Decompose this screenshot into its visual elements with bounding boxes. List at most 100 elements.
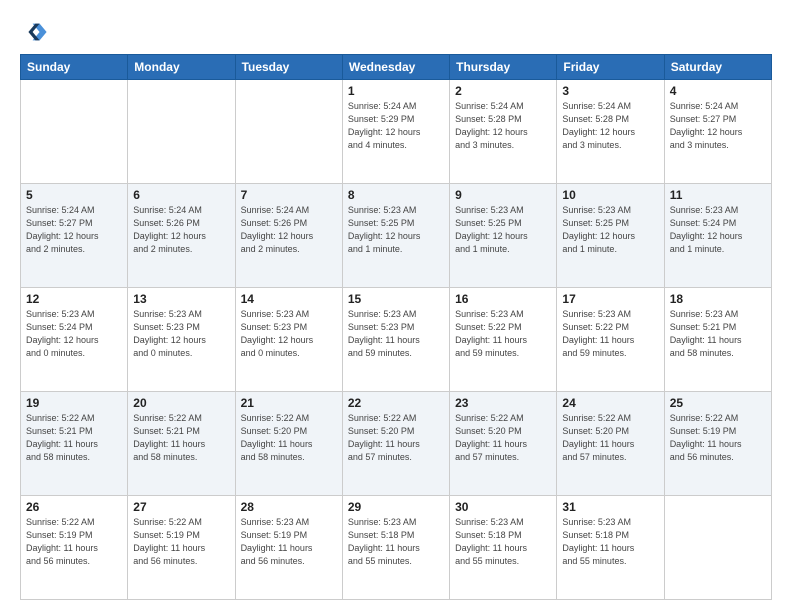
day-number: 30 [455,500,551,514]
day-number: 26 [26,500,122,514]
calendar-cell: 1Sunrise: 5:24 AM Sunset: 5:29 PM Daylig… [342,80,449,184]
calendar-cell: 7 Sunrise: 5:24 AM Sunset: 5:26 PM Daylig… [235,184,342,288]
calendar-cell: 23 Sunrise: 5:22 AM Sunset: 5:20 PM Dayli… [450,392,557,496]
calendar-cell: 19 Sunrise: 5:22 AM Sunset: 5:21 PM Dayli… [21,392,128,496]
calendar-cell [21,80,128,184]
day-number: 27 [133,500,229,514]
day-info: Sunrise: 5:22 AM Sunset: 5:21 PM Dayligh… [133,412,229,464]
day-number: 6 [133,188,229,202]
calendar-cell [235,80,342,184]
day-info: Sunrise: 5:24 AM Sunset: 5:27 PM Dayligh… [670,100,766,152]
day-info: Sunrise: 5:22 AM Sunset: 5:20 PM Dayligh… [241,412,337,464]
calendar-cell: 21 Sunrise: 5:22 AM Sunset: 5:20 PM Dayli… [235,392,342,496]
logo [20,18,52,46]
day-info: Sunrise: 5:24 AM Sunset: 5:26 PM Dayligh… [133,204,229,256]
day-info: Sunrise: 5:23 AM Sunset: 5:23 PM Dayligh… [133,308,229,360]
day-number: 4 [670,84,766,98]
day-header-saturday: Saturday [664,55,771,80]
calendar-cell: 8 Sunrise: 5:23 AM Sunset: 5:25 PM Daylig… [342,184,449,288]
day-info: Sunrise: 5:22 AM Sunset: 5:21 PM Dayligh… [26,412,122,464]
page: SundayMondayTuesdayWednesdayThursdayFrid… [0,0,792,612]
calendar-table: SundayMondayTuesdayWednesdayThursdayFrid… [20,54,772,600]
day-header-sunday: Sunday [21,55,128,80]
day-number: 7 [241,188,337,202]
day-number: 21 [241,396,337,410]
calendar-cell: 3 Sunrise: 5:24 AM Sunset: 5:28 PM Daylig… [557,80,664,184]
day-info: Sunrise: 5:23 AM Sunset: 5:22 PM Dayligh… [562,308,658,360]
day-number: 12 [26,292,122,306]
day-info: Sunrise: 5:23 AM Sunset: 5:25 PM Dayligh… [348,204,444,256]
day-number: 25 [670,396,766,410]
day-info: Sunrise: 5:23 AM Sunset: 5:18 PM Dayligh… [348,516,444,568]
day-number: 5 [26,188,122,202]
calendar-cell: 9 Sunrise: 5:23 AM Sunset: 5:25 PM Daylig… [450,184,557,288]
day-number: 19 [26,396,122,410]
calendar-week-row: 5 Sunrise: 5:24 AM Sunset: 5:27 PM Daylig… [21,184,772,288]
day-info: Sunrise: 5:23 AM Sunset: 5:25 PM Dayligh… [455,204,551,256]
calendar-cell: 17 Sunrise: 5:23 AM Sunset: 5:22 PM Dayli… [557,288,664,392]
day-number: 16 [455,292,551,306]
day-number: 29 [348,500,444,514]
day-info: Sunrise: 5:23 AM Sunset: 5:18 PM Dayligh… [562,516,658,568]
calendar-cell: 28Sunrise: 5:23 AM Sunset: 5:19 PM Dayli… [235,496,342,600]
calendar-cell: 16Sunrise: 5:23 AM Sunset: 5:22 PM Dayli… [450,288,557,392]
calendar-cell: 6 Sunrise: 5:24 AM Sunset: 5:26 PM Daylig… [128,184,235,288]
day-number: 31 [562,500,658,514]
day-info: Sunrise: 5:23 AM Sunset: 5:18 PM Dayligh… [455,516,551,568]
day-info: Sunrise: 5:23 AM Sunset: 5:23 PM Dayligh… [241,308,337,360]
day-header-wednesday: Wednesday [342,55,449,80]
header [20,18,772,46]
day-info: Sunrise: 5:24 AM Sunset: 5:27 PM Dayligh… [26,204,122,256]
day-header-thursday: Thursday [450,55,557,80]
calendar-cell: 20 Sunrise: 5:22 AM Sunset: 5:21 PM Dayli… [128,392,235,496]
day-info: Sunrise: 5:22 AM Sunset: 5:19 PM Dayligh… [670,412,766,464]
day-number: 22 [348,396,444,410]
day-info: Sunrise: 5:23 AM Sunset: 5:23 PM Dayligh… [348,308,444,360]
calendar-cell: 25 Sunrise: 5:22 AM Sunset: 5:19 PM Dayli… [664,392,771,496]
day-number: 9 [455,188,551,202]
calendar-cell: 4 Sunrise: 5:24 AM Sunset: 5:27 PM Daylig… [664,80,771,184]
day-number: 8 [348,188,444,202]
calendar-cell: 5 Sunrise: 5:24 AM Sunset: 5:27 PM Daylig… [21,184,128,288]
day-number: 17 [562,292,658,306]
day-info: Sunrise: 5:24 AM Sunset: 5:26 PM Dayligh… [241,204,337,256]
calendar-cell: 10Sunrise: 5:23 AM Sunset: 5:25 PM Dayli… [557,184,664,288]
calendar-cell: 11 Sunrise: 5:23 AM Sunset: 5:24 PM Dayli… [664,184,771,288]
calendar-cell: 13 Sunrise: 5:23 AM Sunset: 5:23 PM Dayli… [128,288,235,392]
calendar-cell: 29 Sunrise: 5:23 AM Sunset: 5:18 PM Dayli… [342,496,449,600]
calendar-cell: 2 Sunrise: 5:24 AM Sunset: 5:28 PM Daylig… [450,80,557,184]
day-number: 28 [241,500,337,514]
day-header-monday: Monday [128,55,235,80]
day-number: 14 [241,292,337,306]
calendar-cell: 24 Sunrise: 5:22 AM Sunset: 5:20 PM Dayli… [557,392,664,496]
day-info: Sunrise: 5:22 AM Sunset: 5:20 PM Dayligh… [562,412,658,464]
day-info: Sunrise: 5:24 AM Sunset: 5:29 PM Dayligh… [348,100,444,152]
calendar-cell: 26Sunrise: 5:22 AM Sunset: 5:19 PM Dayli… [21,496,128,600]
day-number: 18 [670,292,766,306]
calendar-cell [664,496,771,600]
day-number: 15 [348,292,444,306]
calendar-cell: 27 Sunrise: 5:22 AM Sunset: 5:19 PM Dayli… [128,496,235,600]
day-header-tuesday: Tuesday [235,55,342,80]
logo-icon [20,18,48,46]
day-number: 23 [455,396,551,410]
day-info: Sunrise: 5:22 AM Sunset: 5:19 PM Dayligh… [133,516,229,568]
calendar-week-row: 19 Sunrise: 5:22 AM Sunset: 5:21 PM Dayli… [21,392,772,496]
day-number: 2 [455,84,551,98]
day-number: 11 [670,188,766,202]
day-header-row: SundayMondayTuesdayWednesdayThursdayFrid… [21,55,772,80]
day-info: Sunrise: 5:23 AM Sunset: 5:25 PM Dayligh… [562,204,658,256]
calendar-week-row: 1Sunrise: 5:24 AM Sunset: 5:29 PM Daylig… [21,80,772,184]
day-number: 3 [562,84,658,98]
calendar-cell: 15 Sunrise: 5:23 AM Sunset: 5:23 PM Dayli… [342,288,449,392]
day-info: Sunrise: 5:22 AM Sunset: 5:20 PM Dayligh… [455,412,551,464]
day-number: 13 [133,292,229,306]
day-info: Sunrise: 5:23 AM Sunset: 5:24 PM Dayligh… [670,204,766,256]
day-info: Sunrise: 5:24 AM Sunset: 5:28 PM Dayligh… [562,100,658,152]
calendar-cell [128,80,235,184]
day-info: Sunrise: 5:22 AM Sunset: 5:20 PM Dayligh… [348,412,444,464]
day-info: Sunrise: 5:24 AM Sunset: 5:28 PM Dayligh… [455,100,551,152]
day-number: 24 [562,396,658,410]
calendar-cell: 14 Sunrise: 5:23 AM Sunset: 5:23 PM Dayli… [235,288,342,392]
day-number: 20 [133,396,229,410]
